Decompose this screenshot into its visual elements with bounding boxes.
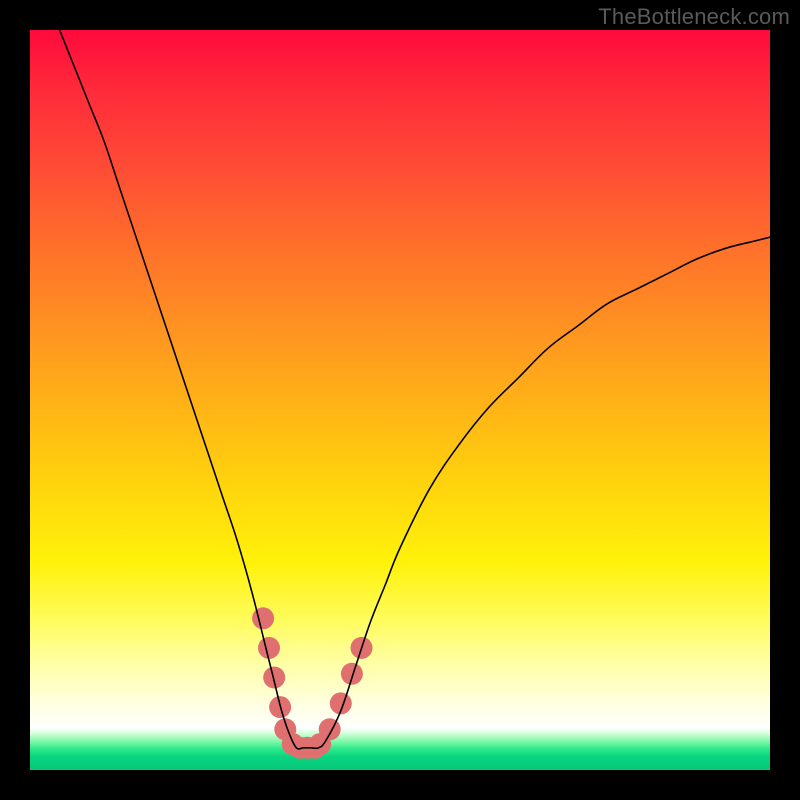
chart-frame: TheBottleneck.com xyxy=(0,0,800,800)
highlight-dot xyxy=(252,607,274,629)
highlight-dot xyxy=(263,667,285,689)
highlight-dot xyxy=(319,718,341,740)
highlight-dot xyxy=(341,663,363,685)
bottleneck-curve xyxy=(60,30,770,749)
highlight-dots-group xyxy=(252,607,372,759)
highlight-dot xyxy=(258,637,280,659)
curve-layer xyxy=(30,30,770,770)
watermark-text: TheBottleneck.com xyxy=(598,4,790,30)
plot-area xyxy=(30,30,770,770)
